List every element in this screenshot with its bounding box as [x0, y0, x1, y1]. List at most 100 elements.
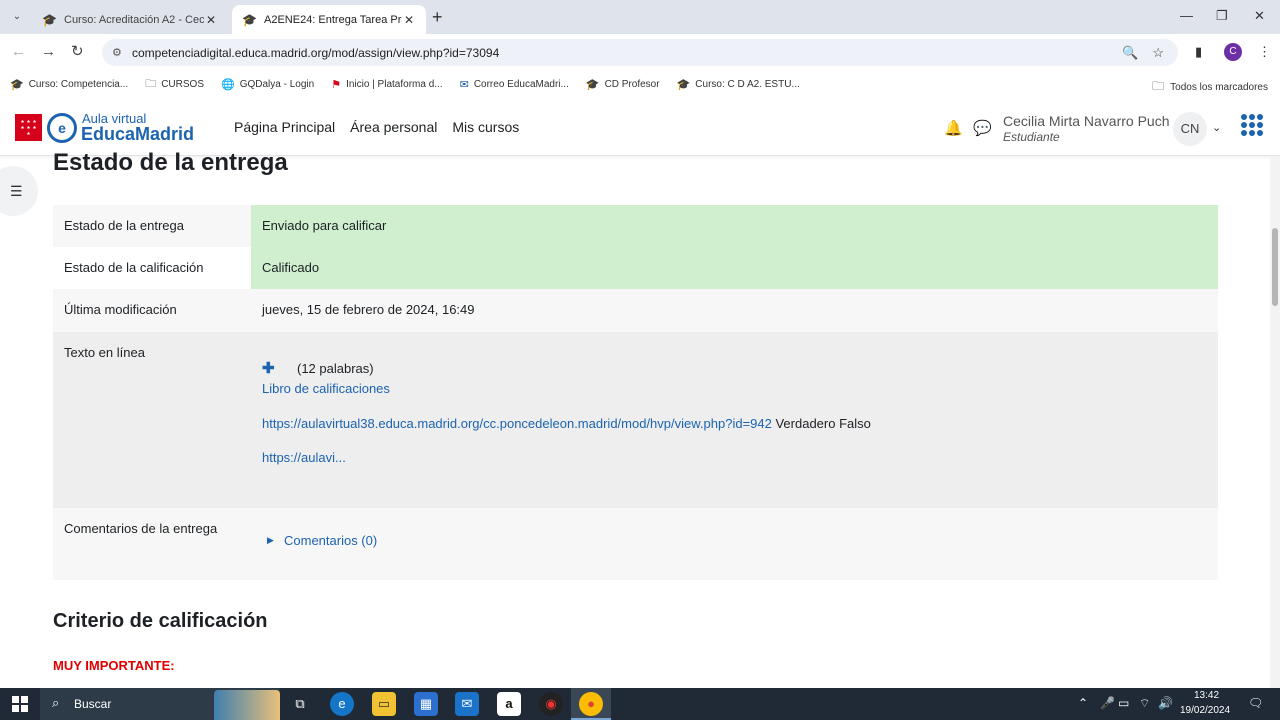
word-count: (12 palabras)	[297, 361, 374, 376]
zoom-icon[interactable]: 🔍	[1122, 45, 1138, 61]
maximize-icon[interactable]: ❐	[1216, 8, 1228, 24]
bookmark-item[interactable]: 🎓 CD Profesor	[586, 78, 660, 91]
educamadrid-logo-icon[interactable]: e	[47, 113, 77, 143]
expand-plus-icon[interactable]: ✚	[262, 359, 275, 377]
user-name[interactable]: Cecilia Mirta Navarro Puch	[1003, 113, 1170, 129]
gradebook-link[interactable]: Libro de calificaciones	[262, 381, 390, 396]
bookmark-item[interactable]: ✉ Correo EducaMadri...	[460, 78, 569, 91]
new-tab-button[interactable]: +	[432, 7, 443, 27]
nav-dashboard[interactable]: Área personal	[350, 119, 437, 135]
scrollbar-thumb[interactable]	[1272, 228, 1278, 306]
globe-icon: 🌐	[221, 78, 235, 91]
bookmark-item[interactable]: 🗀 CURSOS	[145, 75, 204, 94]
side-panel-icon[interactable]: ▮	[1195, 44, 1202, 60]
nav-my-courses[interactable]: Mis cursos	[452, 119, 519, 135]
folder-icon: 🗀	[145, 77, 157, 90]
table-row: Estado de la entrega Enviado para califi…	[53, 205, 1218, 247]
list-icon[interactable]: ☰	[10, 183, 23, 200]
microphone-icon[interactable]: 🎤	[1100, 696, 1115, 710]
browser-toolbar: ← → ↻ ⚙ competenciadigital.educa.madrid.…	[0, 34, 1280, 70]
logo-text-bottom[interactable]: EducaMadrid	[81, 124, 194, 145]
profile-avatar[interactable]: C	[1224, 43, 1242, 61]
bookmark-item[interactable]: ⚑ Inicio | Plataforma d...	[331, 78, 442, 91]
window-close-icon[interactable]: ✕	[1254, 8, 1265, 24]
forward-icon[interactable]: →	[41, 43, 56, 61]
tab-title: Curso: Acreditación A2 - Cecilia	[64, 13, 204, 26]
minimize-icon[interactable]: —	[1180, 8, 1193, 23]
mail-app-icon[interactable]: ✉	[455, 692, 479, 716]
task-view-icon[interactable]: ⧉	[288, 692, 312, 716]
bookmark-item[interactable]: 🎓 Curso: Competencia...	[10, 78, 128, 91]
nav-home[interactable]: Página Principal	[234, 119, 335, 135]
bookmarks-bar: 🎓 Curso: Competencia... 🗀 CURSOS 🌐 GQDalya …	[0, 70, 1280, 98]
taskbar-search-placeholder[interactable]: Buscar	[74, 697, 111, 711]
comments-toggle-link[interactable]: Comentarios (0)	[284, 533, 377, 548]
primary-navigation: Página Principal Área personal Mis curso…	[234, 119, 519, 135]
grading-criteria-heading: Criterio de calificación	[53, 610, 268, 632]
user-role: Estudiante	[1003, 130, 1060, 144]
browser-menu-icon[interactable]: ⋮	[1258, 44, 1271, 60]
chrome-icon[interactable]: ●	[579, 692, 603, 716]
graduation-cap-icon: 🎓	[585, 78, 600, 91]
notification-bell-icon[interactable]: 🔔	[944, 119, 963, 137]
last-modified-value: jueves, 15 de febrero de 2024, 16:49	[251, 289, 1218, 332]
chevron-down-icon[interactable]: ⌄	[1212, 121, 1221, 134]
reload-icon[interactable]: ↻	[71, 43, 84, 61]
online-text-line: https://aulavirtual38.educa.madrid.org/c…	[262, 416, 871, 431]
messages-icon[interactable]: 💬	[973, 119, 992, 137]
tab-title: A2ENE24: Entrega Tarea Práctica	[264, 13, 402, 26]
search-icon: ⌕	[52, 695, 60, 710]
browser-tab-strip: ⌄ 🎓 Curso: Acreditación A2 - Cecilia ✕ 🎓…	[0, 0, 1280, 34]
battery-icon[interactable]: ▭	[1118, 696, 1129, 710]
apps-grid-icon[interactable]	[1241, 114, 1263, 136]
all-bookmarks[interactable]: 🗀 Todos los marcadores	[1152, 77, 1268, 98]
submission-status-heading: Estado de la entrega	[53, 149, 288, 176]
submission-status-value: Enviado para calificar	[251, 205, 1218, 247]
browser-tab-assignment[interactable]: 🎓 A2ENE24: Entrega Tarea Práctica ✕	[232, 5, 426, 34]
bookmark-item[interactable]: 🌐 GQDalya - Login	[221, 78, 314, 91]
close-tab-icon[interactable]: ✕	[204, 13, 218, 27]
graduation-cap-icon: 🎓	[242, 12, 257, 27]
windows-taskbar: ⌕ Buscar ⧉ e ▭ ▦ ✉ a ◉ ● ⌃ 🎤 ▭ ⌔ 🔊 13:42…	[0, 688, 1280, 720]
tab-search-chevron-icon[interactable]: ⌄	[6, 7, 28, 27]
submission-status-table: Estado de la entrega Enviado para califi…	[53, 205, 1218, 580]
row-label: Estado de la entrega	[53, 205, 251, 247]
graduation-cap-icon: 🎓	[42, 12, 57, 27]
row-label: Última modificación	[53, 289, 251, 332]
table-row: Comentarios de la entrega ▶ Comentarios …	[53, 508, 1218, 580]
close-tab-icon[interactable]: ✕	[402, 13, 416, 27]
mail-icon: ✉	[459, 78, 469, 91]
amazon-icon[interactable]: a	[497, 692, 521, 716]
wifi-icon[interactable]: ⌔	[1139, 696, 1150, 711]
table-row: Última modificación jueves, 15 de febrer…	[53, 289, 1218, 332]
address-bar[interactable]: ⚙ competenciadigital.educa.madrid.org/mo…	[102, 39, 1178, 66]
volume-icon[interactable]: 🔊	[1158, 696, 1173, 710]
clock-time[interactable]: 13:42	[1194, 690, 1219, 701]
bookmark-star-icon[interactable]: ☆	[1152, 45, 1164, 61]
store-icon[interactable]: ▦	[414, 692, 438, 716]
caret-right-icon[interactable]: ▶	[267, 535, 274, 546]
madrid-flag-logo[interactable]	[15, 114, 42, 141]
clock-date[interactable]: 19/02/2024	[1180, 705, 1230, 716]
url-text[interactable]: competenciadigital.educa.madrid.org/mod/…	[132, 46, 1122, 60]
back-icon[interactable]: ←	[11, 43, 26, 61]
windows-start-icon[interactable]	[12, 696, 28, 712]
online-text-cell: ✚ (12 palabras) Libro de calificaciones …	[251, 332, 1218, 508]
bookmark-item[interactable]: 🎓 Curso: C D A2. ESTU...	[677, 78, 800, 91]
recorder-icon[interactable]: ◉	[539, 692, 563, 716]
folder-icon: 🗀	[1152, 79, 1165, 93]
notifications-icon[interactable]: 🗨	[1248, 696, 1263, 710]
user-avatar[interactable]: CN	[1173, 112, 1207, 146]
file-explorer-icon[interactable]: ▭	[372, 692, 396, 716]
site-navbar: e Aula virtual EducaMadrid Página Princi…	[0, 98, 1280, 156]
row-label: Comentarios de la entrega	[53, 508, 251, 580]
truncated-url-link[interactable]: https://aulavi...	[262, 450, 346, 465]
activity-url-link[interactable]: https://aulavirtual38.educa.madrid.org/c…	[262, 416, 772, 431]
tray-chevron-up-icon[interactable]: ⌃	[1078, 696, 1088, 710]
graduation-cap-icon: 🎓	[676, 78, 691, 91]
madrid-flag-icon: ⚑	[331, 78, 342, 91]
comments-cell: ▶ Comentarios (0)	[251, 508, 1218, 580]
edge-icon[interactable]: e	[330, 692, 354, 716]
browser-tab-course[interactable]: 🎓 Curso: Acreditación A2 - Cecilia ✕	[32, 5, 228, 34]
site-info-icon[interactable]: ⚙	[112, 46, 126, 59]
